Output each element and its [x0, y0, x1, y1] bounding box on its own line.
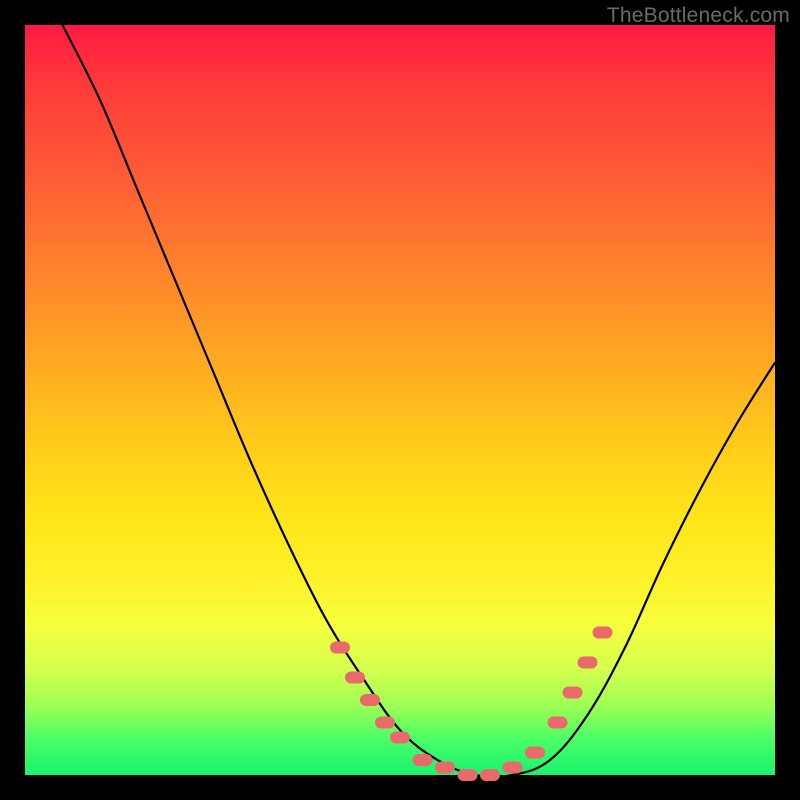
curve-marker — [458, 769, 478, 781]
curve-marker — [578, 657, 598, 669]
watermark-text: TheBottleneck.com — [607, 4, 790, 28]
curve-markers — [330, 627, 613, 782]
curve-marker — [563, 687, 583, 699]
curve-marker — [360, 694, 380, 706]
curve-marker — [525, 747, 545, 759]
curve-marker — [503, 762, 523, 774]
bottleneck-curve — [63, 25, 776, 777]
curve-marker — [345, 672, 365, 684]
curve-marker — [593, 627, 613, 639]
curve-marker — [413, 754, 433, 766]
curve-layer — [25, 25, 775, 775]
curve-marker — [548, 717, 568, 729]
curve-marker — [330, 642, 350, 654]
chart-frame: TheBottleneck.com — [0, 0, 800, 800]
curve-marker — [480, 769, 500, 781]
curve-marker — [435, 762, 455, 774]
curve-marker — [390, 732, 410, 744]
curve-marker — [375, 717, 395, 729]
